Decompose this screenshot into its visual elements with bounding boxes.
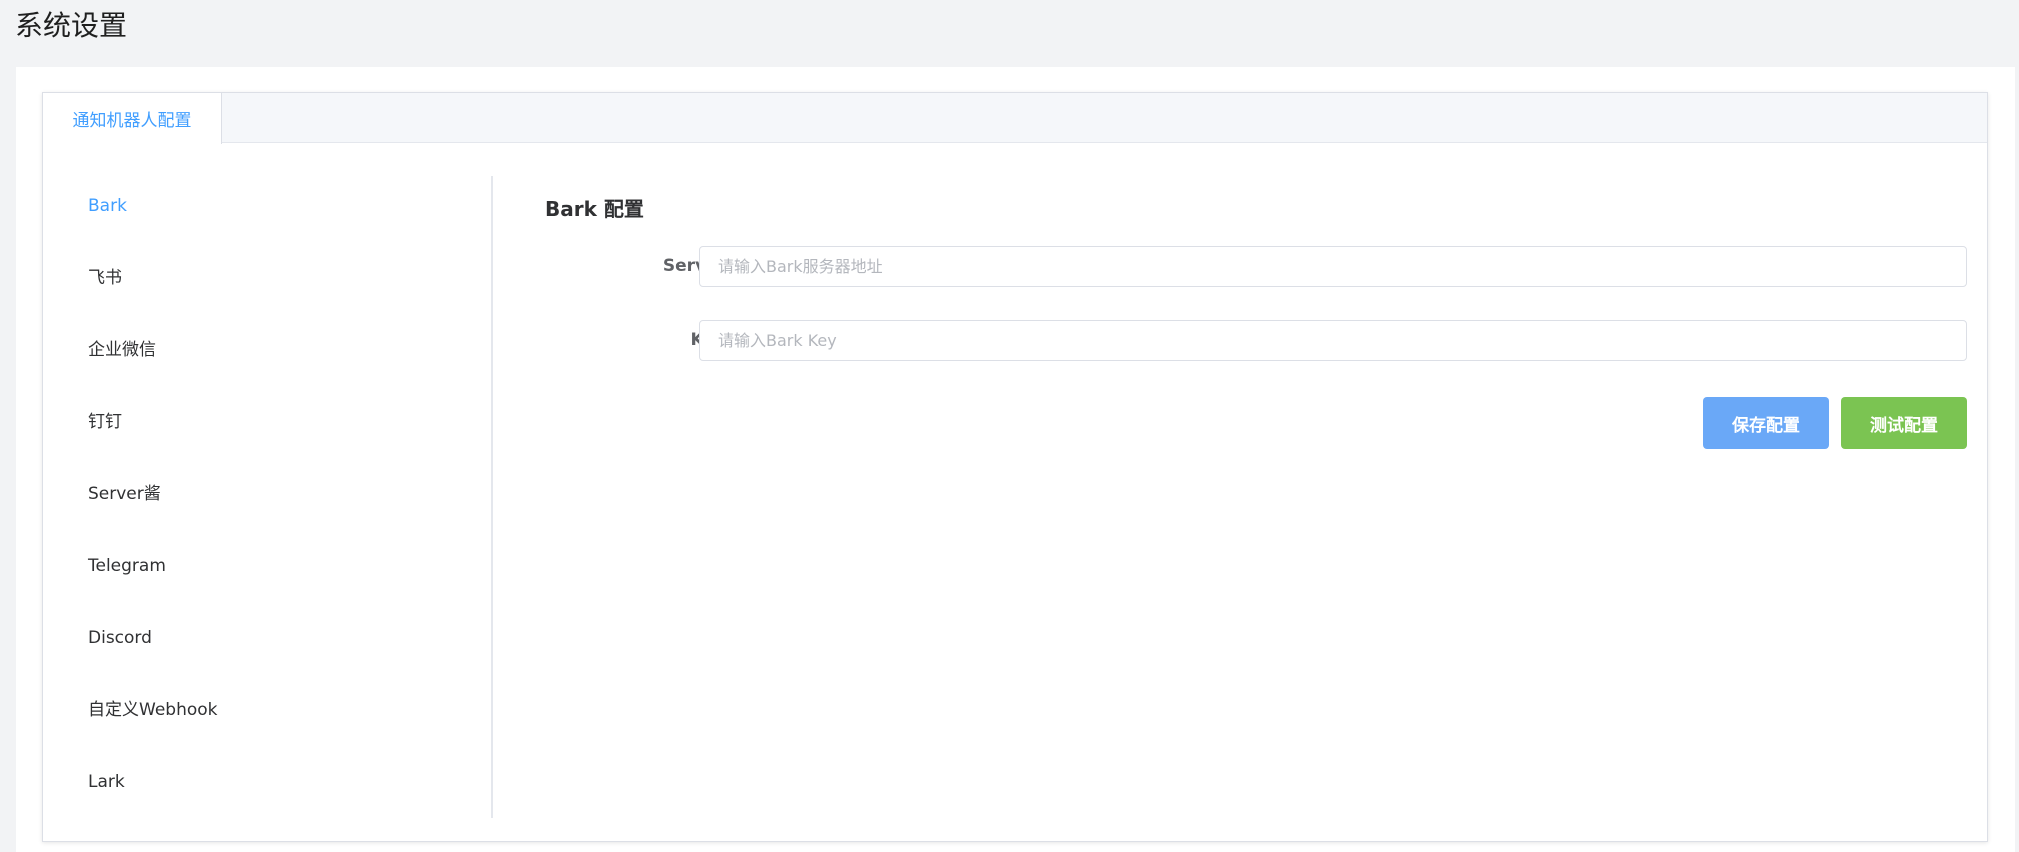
test-config-button[interactable]: 测试配置 — [1841, 397, 1967, 449]
notification-channel-nav: Bark 飞书 企业微信 钉钉 Server酱 Telegram Discord… — [43, 176, 493, 818]
tab-header: 通知机器人配置 — [43, 93, 1987, 144]
settings-tabs-card: 通知机器人配置 Bark 飞书 企业微信 钉钉 Server酱 Telegram… — [42, 92, 1988, 842]
nav-item-feishu[interactable]: 飞书 — [88, 258, 122, 298]
nav-item-discord[interactable]: Discord — [88, 618, 152, 658]
nav-item-lark[interactable]: Lark — [88, 762, 125, 802]
nav-item-dingtalk[interactable]: 钉钉 — [88, 402, 122, 442]
nav-item-bark[interactable]: Bark — [88, 186, 127, 226]
tab-notification-bot-config[interactable]: 通知机器人配置 — [43, 93, 222, 144]
nav-item-custom-webhook[interactable]: 自定义Webhook — [88, 690, 217, 730]
server-input[interactable] — [699, 246, 1967, 287]
nav-item-telegram[interactable]: Telegram — [88, 546, 166, 586]
save-config-button[interactable]: 保存配置 — [1703, 397, 1829, 449]
nav-item-wecom[interactable]: 企业微信 — [88, 330, 156, 370]
form-section-title: Bark 配置 — [545, 197, 644, 221]
nav-item-serverchan[interactable]: Server酱 — [88, 474, 161, 514]
page-title: 系统设置 — [15, 9, 128, 42]
key-input[interactable] — [699, 320, 1967, 361]
